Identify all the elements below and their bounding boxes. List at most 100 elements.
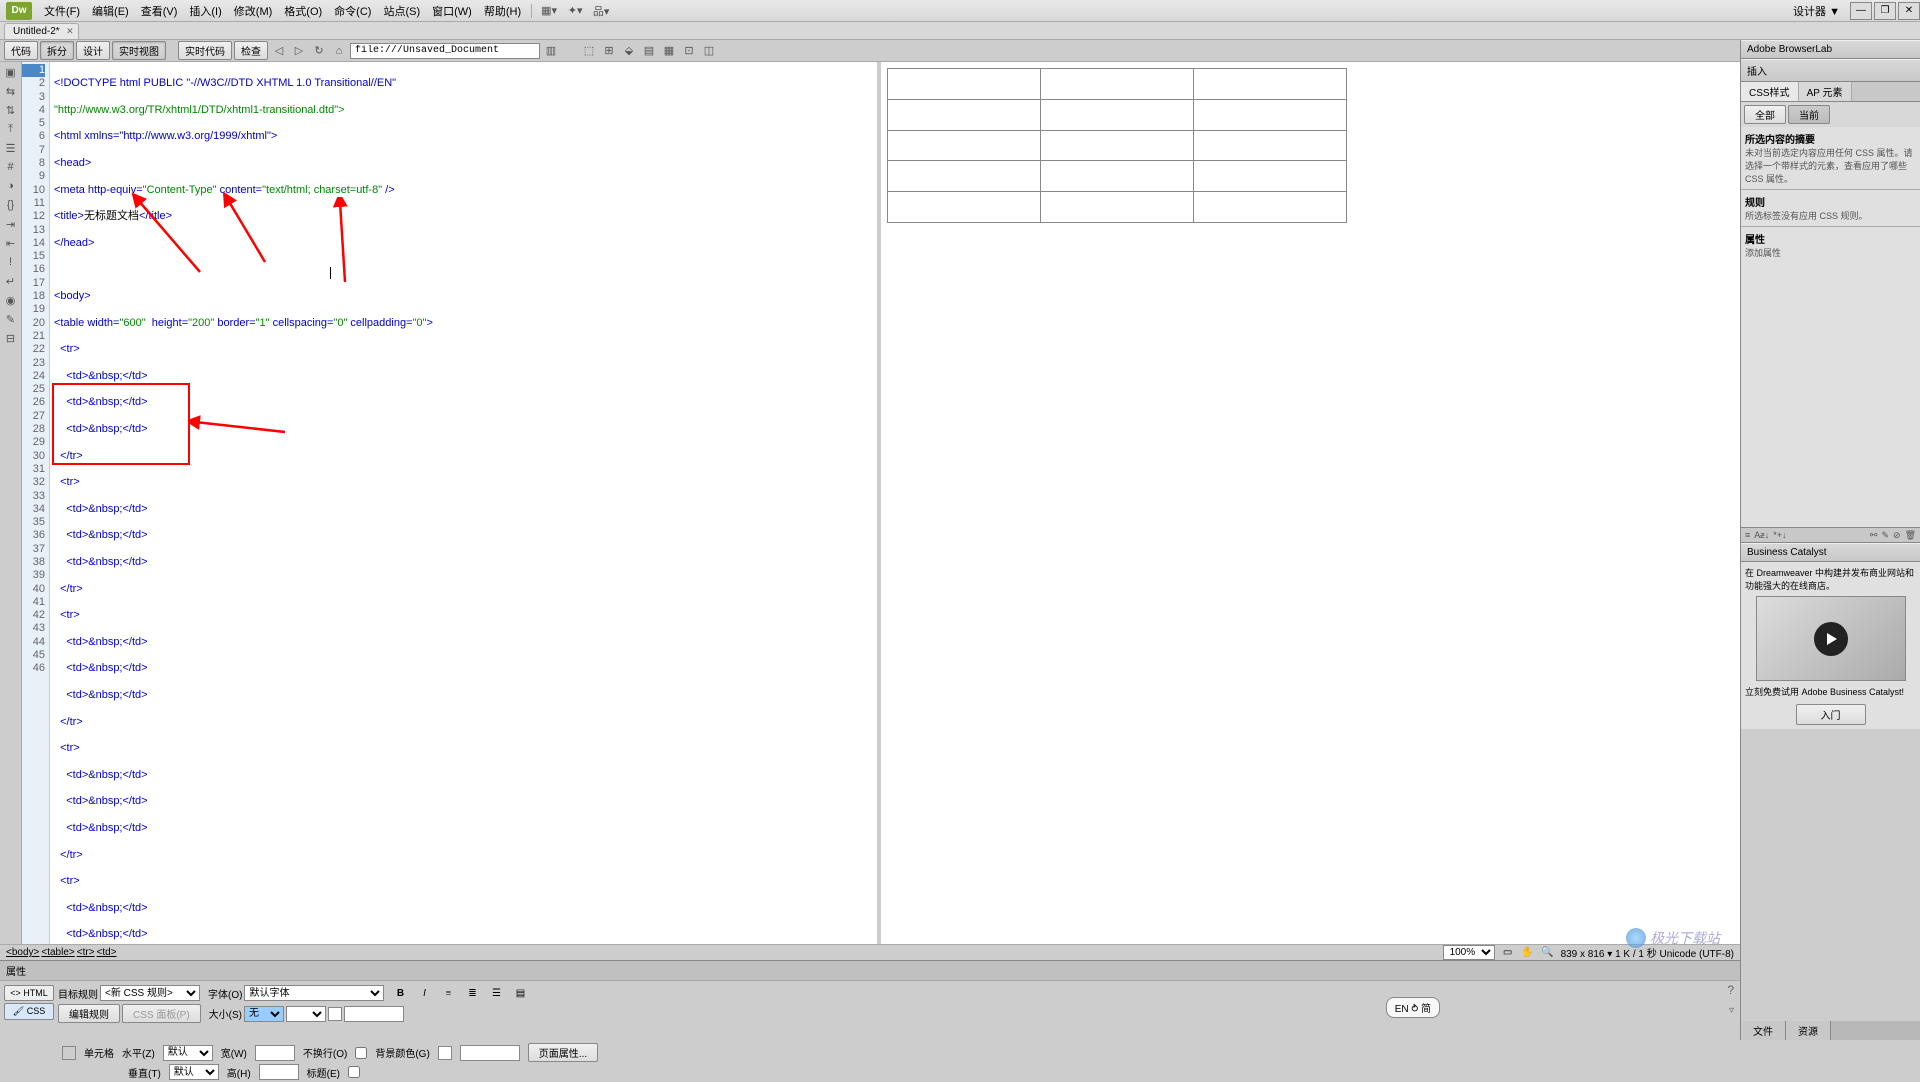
live-code-button[interactable]: 实时代码 (178, 41, 232, 60)
window-restore-button[interactable]: ❐ (1874, 2, 1896, 20)
height-input[interactable] (259, 1064, 299, 1080)
css-current-button[interactable]: 当前 (1788, 105, 1830, 124)
mi-disable[interactable]: ⊘ (1893, 530, 1901, 541)
mi-2[interactable]: Aƶ↓ (1754, 530, 1769, 540)
mi-1[interactable]: ≡ (1745, 530, 1750, 540)
menu-help[interactable]: 帮助(H) (478, 0, 527, 22)
workspace-switcher[interactable]: 设计器 ▼ (1793, 3, 1840, 19)
menu-commands[interactable]: 命令(C) (328, 0, 377, 22)
browse-icon[interactable]: ▥ (542, 42, 560, 60)
tsi-recent[interactable]: ◉ (3, 292, 19, 308)
menu-edit[interactable]: 编辑(E) (86, 0, 135, 22)
layout-icon[interactable]: ▦▾ (540, 2, 558, 20)
code-editor[interactable]: 1 234 567 8910 111213 141516 171819 2021… (22, 62, 881, 944)
forward-icon[interactable]: ▷ (290, 42, 308, 60)
horiz-select[interactable]: 默认 (163, 1045, 213, 1061)
mi-trash[interactable]: 🗑 (1905, 530, 1916, 541)
tsi-collapse[interactable]: ⇆ (3, 83, 19, 99)
menu-window[interactable]: 窗口(W) (426, 0, 478, 22)
tool-icon-7[interactable]: ◫ (700, 42, 718, 60)
tab-css-styles[interactable]: CSS样式 (1741, 82, 1799, 101)
tool-icon-4[interactable]: ▤ (640, 42, 658, 60)
color-input[interactable] (344, 1006, 404, 1022)
tab-assets[interactable]: 资源 (1786, 1021, 1831, 1040)
inspect-button[interactable]: 检查 (234, 41, 268, 60)
bgcolor-input[interactable] (460, 1045, 520, 1061)
tag-tr[interactable]: <tr> (77, 947, 95, 958)
font-select[interactable]: 默认字体 (244, 985, 384, 1001)
tsi-outdent[interactable]: ⇤ (3, 235, 19, 251)
css-all-button[interactable]: 全部 (1744, 105, 1786, 124)
select-tool-icon[interactable]: ▭ (1501, 946, 1515, 960)
bc-start-button[interactable]: 入门 (1796, 704, 1866, 725)
menu-modify[interactable]: 修改(M) (228, 0, 279, 22)
tool-icon-6[interactable]: ⊡ (680, 42, 698, 60)
header-checkbox[interactable] (348, 1066, 360, 1078)
css-mode-chip[interactable]: 🖌 CSS (4, 1003, 54, 1020)
page-props-button[interactable]: 页面属性... (528, 1043, 598, 1062)
design-preview[interactable] (881, 62, 1740, 944)
menu-view[interactable]: 查看(V) (135, 0, 184, 22)
panel-business-catalyst[interactable]: Business Catalyst (1741, 543, 1920, 562)
bgcolor-swatch[interactable] (438, 1046, 452, 1060)
back-icon[interactable]: ◁ (270, 42, 288, 60)
tool-icon-3[interactable]: ⬙ (620, 42, 638, 60)
mi-new[interactable]: ✎ (1881, 530, 1889, 541)
tab-files[interactable]: 文件 (1741, 1021, 1786, 1040)
tsi-indent[interactable]: ⇥ (3, 216, 19, 232)
tsi-highlight[interactable]: ◑ (3, 178, 19, 194)
menu-format[interactable]: 格式(O) (278, 0, 328, 22)
tool-icon-2[interactable]: ⊞ (600, 42, 618, 60)
tool-icon-1[interactable]: ⬚ (580, 42, 598, 60)
view-split-button[interactable]: 拆分 (40, 41, 74, 60)
align-center-icon[interactable]: ≣ (464, 985, 480, 1001)
tsi-comment[interactable]: ! (3, 254, 19, 270)
tag-body[interactable]: <body> (6, 947, 39, 958)
panel-insert[interactable]: 插入 (1741, 59, 1920, 82)
hand-tool-icon[interactable]: ✋ (1521, 946, 1535, 960)
target-rule-select[interactable]: <新 CSS 规则> (100, 985, 200, 1001)
window-close-button[interactable]: ✕ (1898, 2, 1920, 20)
css-panel-button[interactable]: CSS 面板(P) (122, 1004, 201, 1023)
tsi-line[interactable]: # (3, 159, 19, 175)
refresh-icon[interactable]: ↻ (310, 42, 328, 60)
bc-video-thumb[interactable] (1756, 596, 1906, 681)
size-unit-select[interactable] (286, 1006, 326, 1022)
help-icon[interactable]: ? (1727, 983, 1734, 997)
play-icon[interactable] (1814, 622, 1848, 656)
preview-table[interactable] (887, 68, 1347, 223)
expand-icon[interactable]: ▿ (1729, 1005, 1734, 1016)
ime-indicator[interactable]: EN ⥁ 简 (1386, 997, 1440, 1018)
size-select[interactable]: 无 (244, 1006, 284, 1022)
code-content[interactable]: <!DOCTYPE html PUBLIC "-//W3C//DTD XHTML… (50, 62, 877, 944)
align-right-icon[interactable]: ☰ (488, 985, 504, 1001)
menu-insert[interactable]: 插入(I) (183, 0, 227, 22)
mi-link[interactable]: ⚯ (1870, 530, 1878, 541)
vert-select[interactable]: 默认 (169, 1064, 219, 1080)
tsi-format[interactable]: ⊟ (3, 330, 19, 346)
tsi-parent[interactable]: ⤒ (3, 121, 19, 137)
html-mode-chip[interactable]: <> HTML (4, 985, 54, 1001)
zoom-tool-icon[interactable]: 🔍 (1541, 946, 1555, 960)
address-input[interactable] (350, 43, 540, 59)
window-minimize-button[interactable]: — (1850, 2, 1872, 20)
view-design-button[interactable]: 设计 (76, 41, 110, 60)
menu-site[interactable]: 站点(S) (377, 0, 426, 22)
color-swatch[interactable] (328, 1007, 342, 1021)
home-icon[interactable]: ⌂ (330, 42, 348, 60)
align-left-icon[interactable]: ≡ (440, 985, 456, 1001)
tag-td[interactable]: <td> (97, 947, 117, 958)
view-code-button[interactable]: 代码 (4, 41, 38, 60)
zoom-select[interactable]: 100% (1443, 945, 1495, 960)
tsi-expand[interactable]: ⇅ (3, 102, 19, 118)
edit-rule-button[interactable]: 编辑规则 (58, 1004, 120, 1023)
tool-icon-5[interactable]: ▦ (660, 42, 678, 60)
view-live-button[interactable]: 实时视图 (112, 41, 166, 60)
tsi-open[interactable]: ▣ (3, 64, 19, 80)
bold-button[interactable]: B (392, 985, 408, 1001)
document-tab[interactable]: Untitled-2* ✕ (4, 23, 79, 39)
close-icon[interactable]: ✕ (66, 26, 74, 37)
width-input[interactable] (255, 1045, 295, 1061)
tsi-select[interactable]: ☰ (3, 140, 19, 156)
menu-file[interactable]: 文件(F) (38, 0, 86, 22)
